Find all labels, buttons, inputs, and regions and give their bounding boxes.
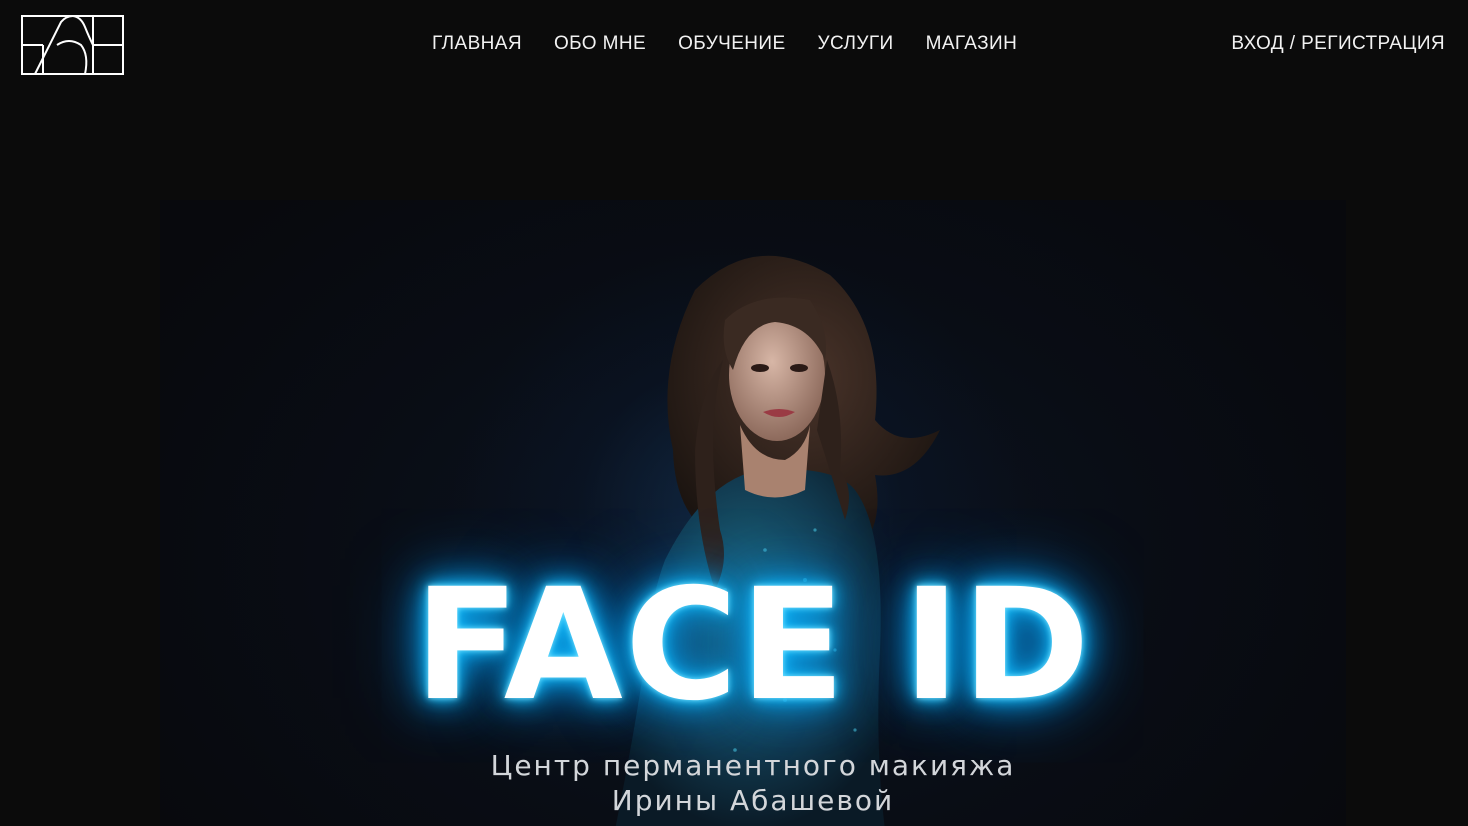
hero-subtitle: Центр перманентного макияжа Ирины Абашев… (160, 748, 1346, 818)
nav-item-about[interactable]: ОБО МНЕ (554, 32, 646, 56)
hero-banner: FACE ID Центр перманентного макияжа Ирин… (160, 200, 1346, 826)
site-header: ГЛАВНАЯ ОБО МНЕ ОБУЧЕНИЕ УСЛУГИ МАГАЗИН … (0, 0, 1468, 90)
hero-headline: FACE ID (414, 556, 1092, 735)
nav-item-services[interactable]: УСЛУГИ (818, 32, 894, 56)
nav-item-shop[interactable]: МАГАЗИН (926, 32, 1018, 56)
page: ГЛАВНАЯ ОБО МНЕ ОБУЧЕНИЕ УСЛУГИ МАГАЗИН … (0, 0, 1468, 826)
hero-subtitle-line1: Центр перманентного макияжа (490, 749, 1016, 782)
main-nav: ГЛАВНАЯ ОБО МНЕ ОБУЧЕНИЕ УСЛУГИ МАГАЗИН (432, 32, 1017, 56)
login-register-link[interactable]: ВХОД / РЕГИСТРАЦИЯ (1231, 32, 1445, 56)
monogram-logo-icon[interactable] (21, 15, 124, 75)
nav-item-training[interactable]: ОБУЧЕНИЕ (678, 32, 785, 56)
hero-subtitle-line2: Ирины Абашевой (611, 784, 895, 817)
woman-portrait-image (615, 255, 940, 826)
nav-item-home[interactable]: ГЛАВНАЯ (432, 32, 522, 56)
